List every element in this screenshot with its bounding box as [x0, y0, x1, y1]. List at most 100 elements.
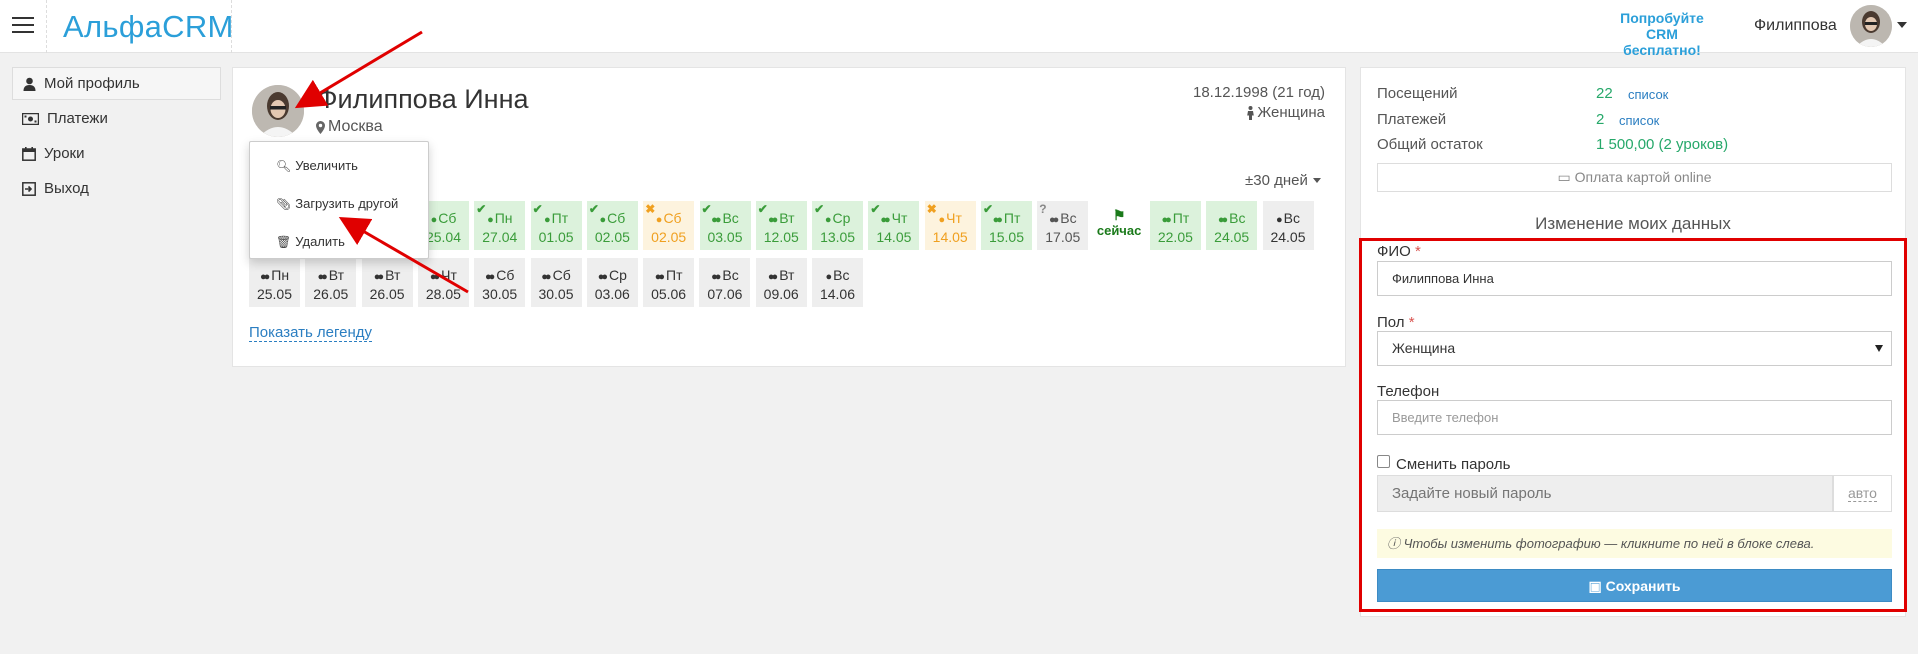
lesson-day-row1[interactable]: ✔ ●● Пт 15.05 — [981, 201, 1032, 250]
lesson-day-row2[interactable]: ●● Вт 26.05 — [305, 258, 357, 307]
search-icon: 🔍︎ — [276, 159, 292, 173]
profile-photo[interactable] — [252, 85, 304, 137]
pay-online-label: Оплата картой online — [1574, 169, 1712, 185]
pay-online-button[interactable]: ▭ Оплата картой online — [1377, 163, 1892, 192]
day-of-week: Сб — [607, 210, 626, 226]
person-icon: ● — [430, 214, 437, 226]
flag-icon: ⚑ — [1112, 207, 1126, 223]
lesson-day-row1[interactable]: ⚑ сейчас — [1093, 201, 1145, 250]
lesson-day-row1[interactable]: ✔ ● Пт 01.05 — [530, 201, 582, 250]
lesson-day-row1[interactable]: ● Вс 24.05 — [1262, 201, 1314, 250]
try-crm-free-link[interactable]: Попробуйте CRM бесплатно! — [1612, 10, 1712, 58]
check-icon: ✔ — [532, 202, 543, 216]
day-of-week: Сб — [552, 267, 571, 283]
day-of-week: Вс — [1229, 210, 1246, 226]
group-icon: ●● — [1048, 214, 1059, 226]
day-of-week: Вс — [1060, 210, 1077, 226]
photo-context-menu: 🔍︎ Увеличить 📎︎ Загрузить другой 🗑︎ Удалить — [249, 141, 429, 259]
day-date: 07.06 — [707, 286, 743, 302]
change-password-label[interactable]: Сменить пароль — [1396, 456, 1510, 473]
lesson-day-row1[interactable]: ✔ ●● Вт 12.05 — [755, 201, 807, 250]
lesson-day-row1[interactable]: ●● Пт 22.05 — [1149, 201, 1201, 250]
gender-select[interactable]: Женщина — [1377, 331, 1892, 366]
group-icon: ●● — [484, 271, 495, 283]
lesson-day-row2[interactable]: ●● Пн 25.05 — [249, 258, 300, 307]
menu-item-delete[interactable]: 🗑︎ Удалить — [250, 224, 430, 258]
date-range-dropdown[interactable]: ±30 дней — [1245, 172, 1321, 189]
day-date: 09.06 — [763, 286, 799, 302]
lesson-day-row2[interactable]: ●● Ср 03.06 — [586, 258, 638, 307]
save-button[interactable]: ▣ Сохранить — [1377, 569, 1892, 602]
form-title: Изменение моих данных — [1535, 214, 1731, 233]
app-logo[interactable]: АльфаCRM — [63, 9, 234, 45]
logout-icon — [22, 181, 36, 196]
user-avatar[interactable] — [1850, 5, 1892, 47]
menu-item-zoom[interactable]: 🔍︎ Увеличить — [250, 148, 430, 182]
day-date: 25.05 — [256, 286, 293, 302]
user-menu-caret-icon[interactable] — [1897, 22, 1907, 28]
day-of-week: Пн — [494, 210, 513, 226]
day-of-week: Ср — [608, 267, 627, 283]
profile-city: Москва — [316, 118, 383, 136]
phone-label: Телефон — [1377, 383, 1440, 400]
day-date: 24.05 — [1214, 229, 1250, 245]
group-icon: ●● — [597, 271, 608, 283]
lesson-day-row2[interactable]: ●● Сб 30.05 — [474, 258, 526, 307]
person-icon: ● — [487, 214, 493, 226]
show-legend-link[interactable]: Показать легенду — [249, 325, 373, 342]
lesson-day-row1[interactable]: ●● Вс 24.05 — [1206, 201, 1258, 250]
day-date: 26.05 — [313, 286, 349, 302]
day-date: 02.05 — [594, 229, 630, 245]
lesson-day-row2[interactable]: ●● Сб 30.05 — [530, 258, 582, 307]
lesson-day-row1[interactable]: ✔ ● Ср 13.05 — [812, 201, 864, 250]
gender-select-value: Женщина — [1392, 340, 1456, 356]
lesson-day-row2[interactable]: ● Вс 14.06 — [812, 258, 863, 307]
check-icon: ✔ — [701, 202, 712, 216]
lesson-day-row1[interactable]: ? ●● Вс 17.05 — [1037, 201, 1089, 250]
dropdown-arrow-icon — [1875, 345, 1883, 352]
lesson-day-row1[interactable]: ✔ ●● Чт 14.05 — [868, 201, 920, 250]
menu-item-label: Загрузить другой — [295, 196, 399, 211]
hamburger-menu-icon[interactable] — [12, 17, 34, 35]
divider — [231, 0, 232, 53]
change-password-checkbox[interactable] — [1377, 455, 1390, 468]
check-icon: ✔ — [814, 202, 825, 216]
money-icon — [22, 112, 39, 125]
sidebar-item-profile[interactable]: Мой профиль — [12, 67, 221, 100]
sidebar-item-logout[interactable]: Выход — [12, 172, 221, 205]
lesson-day-row1[interactable]: ✔ ●● Вс 03.05 — [699, 201, 751, 250]
lesson-day-row1[interactable]: ✔ ● Сб 02.05 — [586, 201, 638, 250]
required-mark: * — [1415, 243, 1421, 260]
lesson-day-row2[interactable]: ●● Вт 09.06 — [755, 258, 807, 307]
day-date: 27.04 — [482, 229, 518, 245]
cross-icon: ✖ — [645, 202, 656, 216]
lesson-day-row1[interactable]: ✔ ● Пн 27.04 — [474, 201, 526, 250]
sidebar-item-payments[interactable]: Платежи — [12, 102, 221, 135]
lesson-day-row1[interactable]: ✖ ● Сб 02.05 — [643, 201, 695, 250]
day-date: 30.05 — [482, 286, 518, 302]
day-of-week: Сб — [663, 210, 682, 226]
day-of-week: Вт — [385, 267, 401, 283]
phone-input[interactable] — [1377, 400, 1892, 435]
lesson-day-row2[interactable]: ●● Вт 26.05 — [361, 258, 413, 307]
lesson-day-row2[interactable]: ●● Чт 28.05 — [417, 258, 469, 307]
visits-list-link[interactable]: список — [1628, 87, 1668, 102]
save-label: Сохранить — [1605, 578, 1681, 594]
day-date: 03.06 — [594, 286, 630, 302]
user-name[interactable]: Филиппова — [1754, 17, 1837, 35]
menu-item-upload[interactable]: 📎︎ Загрузить другой — [250, 186, 430, 220]
day-date: 02.05 — [651, 229, 687, 245]
auto-password-button[interactable]: авто — [1833, 475, 1892, 512]
sidebar-item-lessons[interactable]: Уроки — [12, 137, 221, 170]
question-icon: ? — [1039, 202, 1047, 216]
payments-list-link[interactable]: список — [1619, 113, 1659, 128]
lesson-day-row2[interactable]: ●● Вс 07.06 — [699, 258, 751, 307]
check-icon: ✔ — [757, 202, 768, 216]
lesson-day-row2[interactable]: ●● Пт 05.06 — [643, 258, 695, 307]
group-icon: ●● — [317, 271, 328, 283]
day-date: 15.05 — [988, 229, 1025, 245]
fio-input[interactable] — [1377, 261, 1892, 296]
new-password-input[interactable] — [1377, 475, 1833, 512]
lesson-day-row1[interactable]: ✖ ● Чт 14.05 — [924, 201, 976, 250]
day-of-week: Вт — [779, 267, 795, 283]
